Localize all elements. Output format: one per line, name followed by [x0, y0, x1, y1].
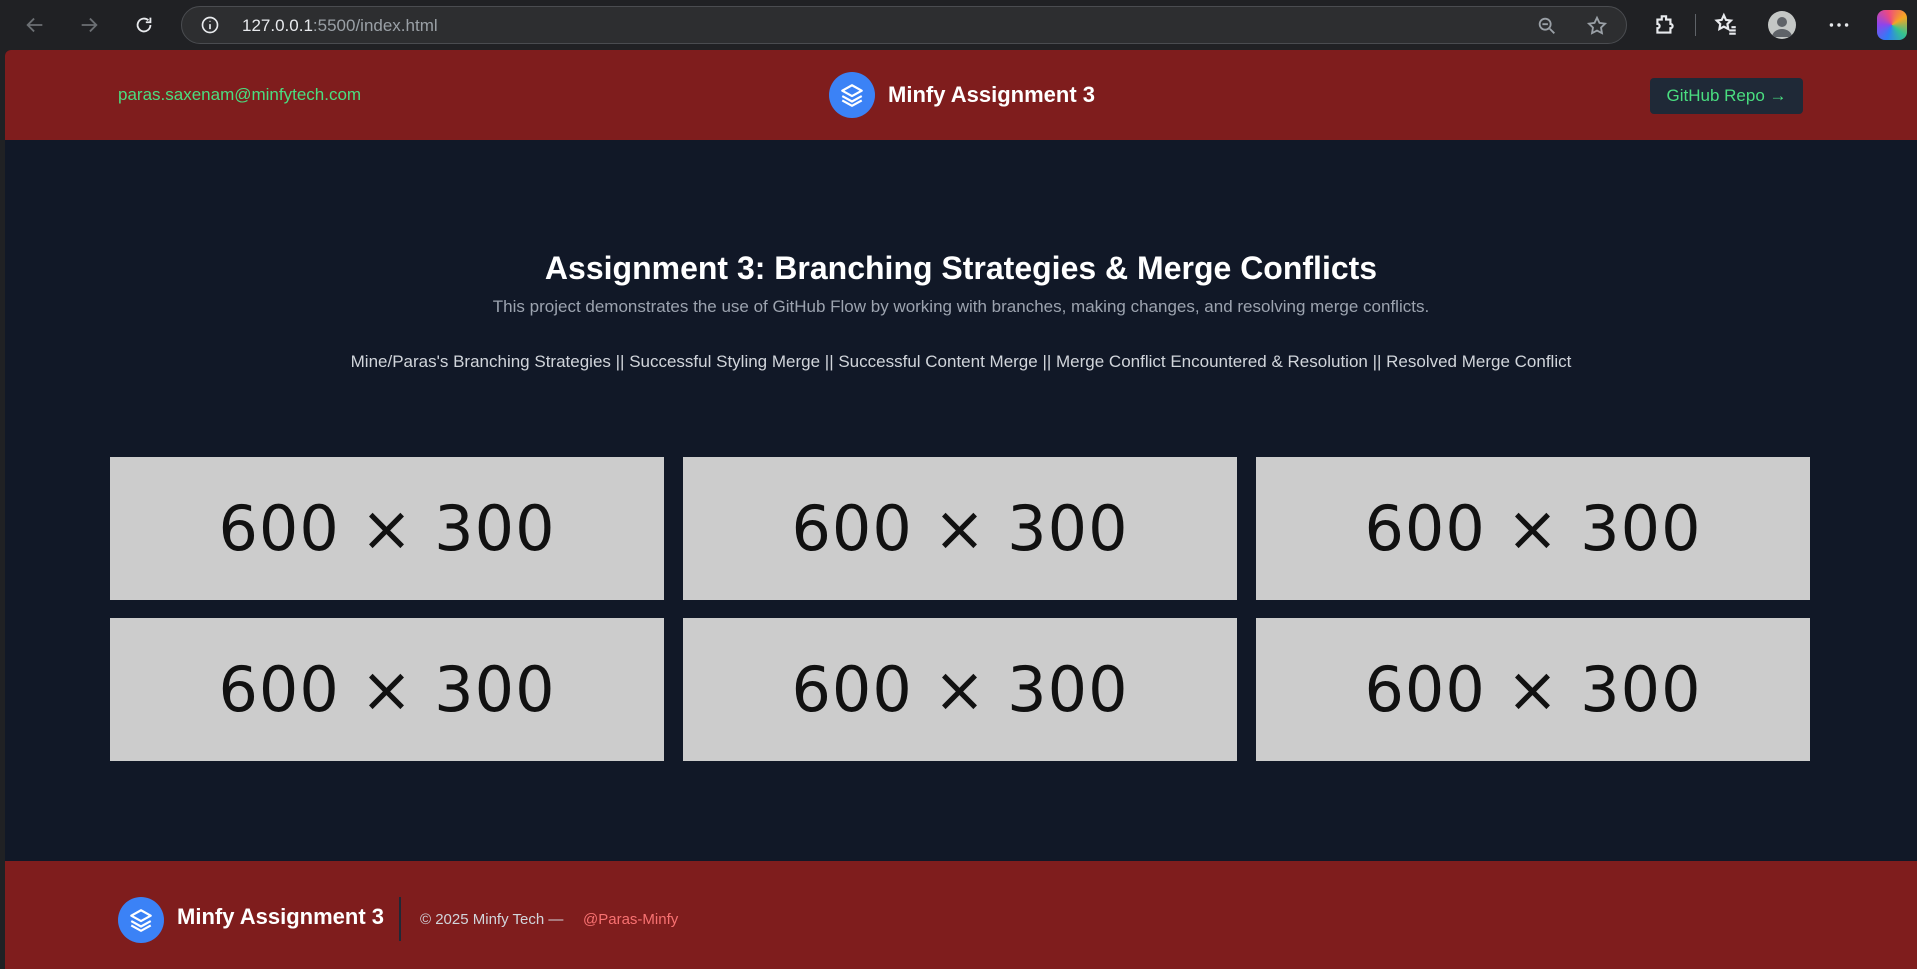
- placeholder-image: 600 × 300: [1256, 618, 1810, 761]
- link-content-merge[interactable]: Successful Content Merge: [838, 352, 1037, 371]
- page-title: Assignment 3: Branching Strategies & Mer…: [544, 250, 1378, 286]
- url-path: :5500/index.html: [312, 16, 438, 35]
- address-bar[interactable]: 127.0.0.1:5500/index.html: [181, 6, 1627, 44]
- profile-avatar[interactable]: [1768, 11, 1796, 39]
- zoom-icon[interactable]: [1536, 15, 1558, 37]
- browser-toolbar: 127.0.0.1:5500/index.html: [0, 0, 1917, 50]
- reload-icon[interactable]: [128, 9, 160, 41]
- footer-layers-logo-icon: [118, 897, 164, 943]
- placeholder-image: 600 × 300: [110, 457, 664, 600]
- placeholder-image: 600 × 300: [110, 618, 664, 761]
- header-email[interactable]: paras.saxenam@minfytech.com: [118, 85, 361, 105]
- link-separator: ||: [820, 352, 839, 371]
- placeholder-image: 600 × 300: [683, 457, 1237, 600]
- footer-copyright: © 2025 Minfy Tech —: [420, 911, 564, 928]
- link-resolved-conflict[interactable]: Resolved Merge Conflict: [1386, 352, 1571, 371]
- placeholder-image: 600 × 300: [683, 618, 1237, 761]
- link-separator: ||: [1037, 352, 1057, 371]
- image-gallery: 600 × 300 600 × 300 600 × 300 600 × 300 …: [110, 457, 1815, 761]
- section-links: Mine/Paras's Branching Strategies || Suc…: [5, 352, 1917, 372]
- placeholder-image: 600 × 300: [1256, 457, 1810, 600]
- footer-handle-link[interactable]: @Paras-Minfy: [583, 911, 678, 928]
- page-viewport: paras.saxenam@minfytech.com Minfy Assign…: [5, 50, 1917, 969]
- favorite-star-icon[interactable]: [1586, 15, 1608, 37]
- link-branching-strategies[interactable]: Mine/Paras's Branching Strategies: [351, 352, 611, 371]
- layers-logo-icon: [829, 72, 875, 118]
- url-host: 127.0.0.1: [242, 16, 313, 35]
- header-brand[interactable]: Minfy Assignment 3: [829, 72, 1095, 118]
- site-header: paras.saxenam@minfytech.com Minfy Assign…: [5, 50, 1917, 140]
- link-separator: ||: [610, 352, 630, 371]
- more-menu-icon[interactable]: [1826, 12, 1852, 38]
- forward-icon[interactable]: [73, 9, 105, 41]
- github-repo-button[interactable]: GitHub Repo →: [1650, 78, 1803, 114]
- link-styling-merge[interactable]: Successful Styling Merge: [629, 352, 820, 371]
- page-description: This project demonstrates the use of Git…: [492, 297, 1430, 316]
- footer-divider: [399, 897, 401, 941]
- back-icon[interactable]: [19, 9, 51, 41]
- favorites-icon[interactable]: [1713, 12, 1739, 38]
- link-separator: ||: [1367, 352, 1387, 371]
- link-merge-conflict[interactable]: Merge Conflict Encountered & Resolution: [1056, 352, 1368, 371]
- site-info-icon[interactable]: [200, 15, 220, 35]
- toolbar-divider: [1695, 14, 1696, 36]
- site-footer: Minfy Assignment 3 © 2025 Minfy Tech — @…: [5, 861, 1917, 969]
- copilot-icon[interactable]: [1877, 10, 1907, 40]
- footer-brand-text: Minfy Assignment 3: [177, 904, 384, 929]
- header-brand-text: Minfy Assignment 3: [888, 82, 1095, 107]
- url-text[interactable]: 127.0.0.1:5500/index.html: [242, 16, 438, 36]
- extensions-icon[interactable]: [1652, 12, 1678, 38]
